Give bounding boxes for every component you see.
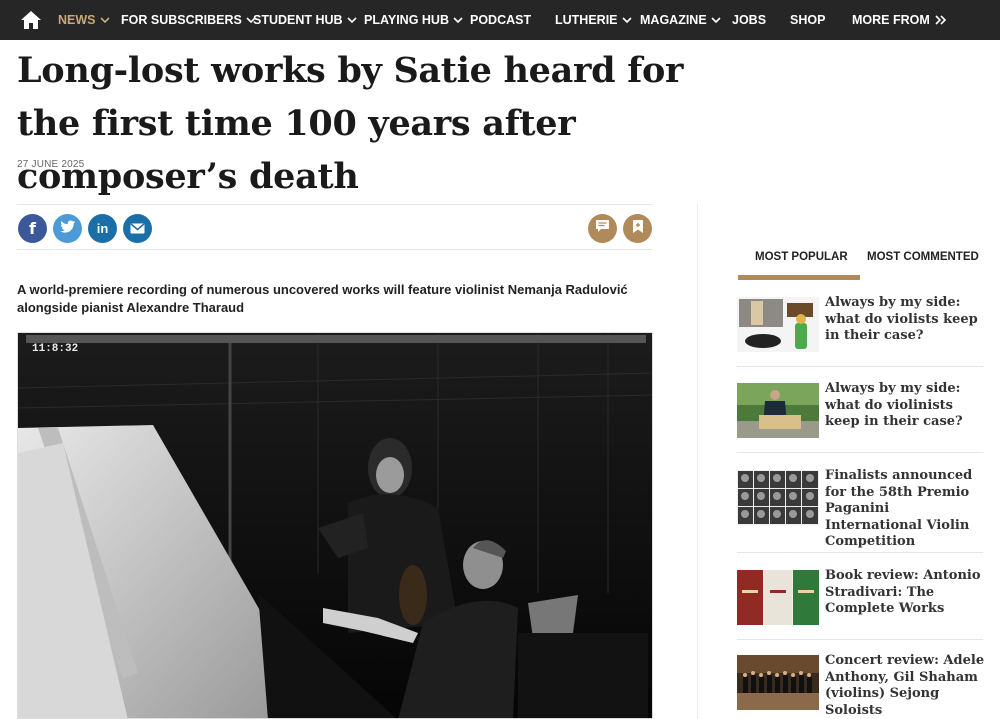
nav-item-podcast[interactable]: PODCAST (470, 0, 531, 40)
chevron-down-icon (621, 15, 632, 25)
list-item[interactable]: Concert review: Adele Anthony, Gil Shaha… (737, 653, 985, 719)
tab-most-popular[interactable]: MOST POPULAR (755, 251, 848, 263)
column-divider (697, 204, 698, 719)
comment-icon (595, 219, 610, 238)
double-chevron-right-icon (934, 15, 948, 25)
chevron-down-icon (711, 15, 721, 25)
active-tab-indicator (738, 275, 860, 280)
nav-item-news[interactable]: NEWS (58, 0, 110, 40)
chevron-down-icon (99, 15, 110, 25)
article-headline: Long-lost works by Satie heard for the f… (17, 50, 684, 197)
popular-article-title[interactable]: Always by my side: what do violinists ke… (825, 381, 985, 431)
tab-most-commented[interactable]: MOST COMMENTED (867, 251, 979, 263)
top-navigation-bar: NEWS FOR SUBSCRIBERS STUDENT HUB PLAYING… (0, 0, 1000, 40)
article-standfirst: A world-premiere recording of numerous u… (17, 282, 628, 315)
home-icon[interactable] (20, 10, 42, 30)
linkedin-share-button[interactable]: in (88, 214, 117, 243)
nav-item-student-hub[interactable]: STUDENT HUB (253, 0, 357, 40)
article-date: 27 JUNE 2025 (17, 159, 85, 170)
popular-article-title[interactable]: Always by my side: what do violists keep… (825, 295, 985, 345)
facebook-share-button[interactable]: f (18, 214, 47, 243)
article-thumbnail (737, 383, 819, 438)
list-item[interactable]: Always by my side: what do violists keep… (737, 295, 985, 367)
popular-article-title[interactable]: Concert review: Adele Anthony, Gil Shaha… (825, 653, 985, 719)
popular-article-title[interactable]: Book review: Antonio Stradivari: The Com… (825, 568, 985, 618)
nav-item-magazine[interactable]: MAGAZINE (640, 0, 721, 40)
image-timestamp: 11:8:32 (32, 343, 78, 355)
chevron-down-icon (347, 15, 357, 25)
article-thumbnail (737, 655, 819, 710)
popular-article-title[interactable]: Finalists announced for the 58th Premio … (825, 468, 985, 551)
bookmark-button[interactable] (623, 214, 652, 243)
twitter-share-button[interactable] (53, 214, 82, 243)
nav-item-more-from[interactable]: MORE FROM (852, 0, 948, 40)
article-thumbnail (737, 570, 819, 625)
chevron-down-icon (453, 15, 463, 25)
comment-button[interactable] (588, 214, 617, 243)
list-item[interactable]: Always by my side: what do violinists ke… (737, 381, 985, 453)
article-hero-image: 11:8:32 (17, 332, 653, 719)
facebook-icon: f (29, 219, 36, 238)
article-thumbnail (737, 297, 819, 352)
nav-item-for-subscribers[interactable]: FOR SUBSCRIBERS (121, 0, 256, 40)
email-share-button[interactable] (123, 214, 152, 243)
nav-item-jobs[interactable]: JOBS (732, 0, 766, 40)
list-item[interactable]: Book review: Antonio Stradivari: The Com… (737, 568, 985, 640)
nav-item-playing-hub[interactable]: PLAYING HUB (364, 0, 463, 40)
envelope-icon (130, 221, 145, 237)
nav-item-shop[interactable]: SHOP (790, 0, 825, 40)
article-thumbnail (737, 470, 819, 525)
sidebar-tabs: MOST POPULAR MOST COMMENTED (738, 245, 983, 281)
linkedin-icon: in (96, 221, 109, 236)
nav-item-lutherie[interactable]: LUTHERIE (555, 0, 632, 40)
list-item[interactable]: Finalists announced for the 58th Premio … (737, 468, 985, 553)
twitter-bird-icon (59, 220, 76, 237)
bookmark-icon (632, 219, 644, 239)
share-toolbar: f in (17, 204, 652, 250)
